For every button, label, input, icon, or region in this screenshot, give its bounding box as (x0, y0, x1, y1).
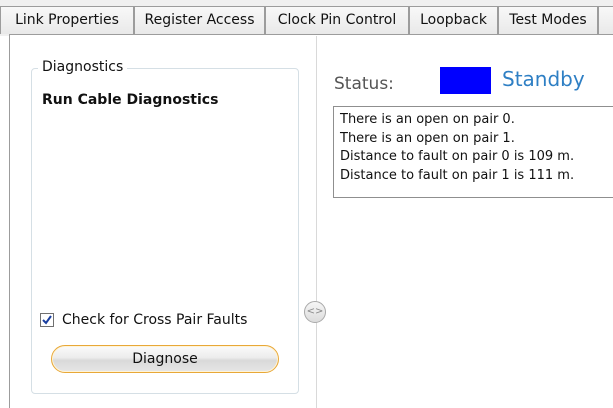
cross-pair-faults-checkbox[interactable] (40, 313, 54, 327)
status-indicator (440, 67, 491, 94)
panel-splitter[interactable] (316, 36, 317, 408)
result-line: Distance to fault on pair 1 is 111 m. (340, 167, 575, 183)
splitter-arrows-icon[interactable]: <> (304, 301, 326, 323)
checkmark-icon (42, 315, 52, 325)
status-label: Status: (334, 74, 394, 94)
result-line: There is an open on pair 1. (340, 130, 515, 146)
result-line: Distance to fault on pair 0 is 109 m. (340, 149, 575, 164)
result-line: There is an open on pair 0. (340, 112, 515, 127)
tab-strip: Link Properties Register Access Clock Pi… (0, 0, 613, 36)
diagnostic-results-box[interactable]: There is an open on pair 0. There is an … (333, 106, 613, 198)
tab-link-properties[interactable]: Link Properties (0, 6, 134, 34)
cross-pair-faults-option[interactable]: Check for Cross Pair Faults (40, 311, 247, 329)
tab-clock-pin-control[interactable]: Clock Pin Control (265, 6, 409, 34)
tab-overflow[interactable] (598, 6, 613, 34)
tab-register-access[interactable]: Register Access (134, 6, 265, 34)
tab-loopback[interactable]: Loopback (409, 6, 498, 34)
cross-pair-faults-label: Check for Cross Pair Faults (62, 312, 248, 328)
run-cable-diagnostics-heading: Run Cable Diagnostics (42, 92, 219, 108)
tab-test-modes[interactable]: Test Modes (498, 6, 598, 34)
status-value: Standby (502, 67, 585, 91)
diagnostics-group-title: Diagnostics (38, 59, 128, 75)
diagnose-button[interactable]: Diagnose (51, 345, 279, 373)
